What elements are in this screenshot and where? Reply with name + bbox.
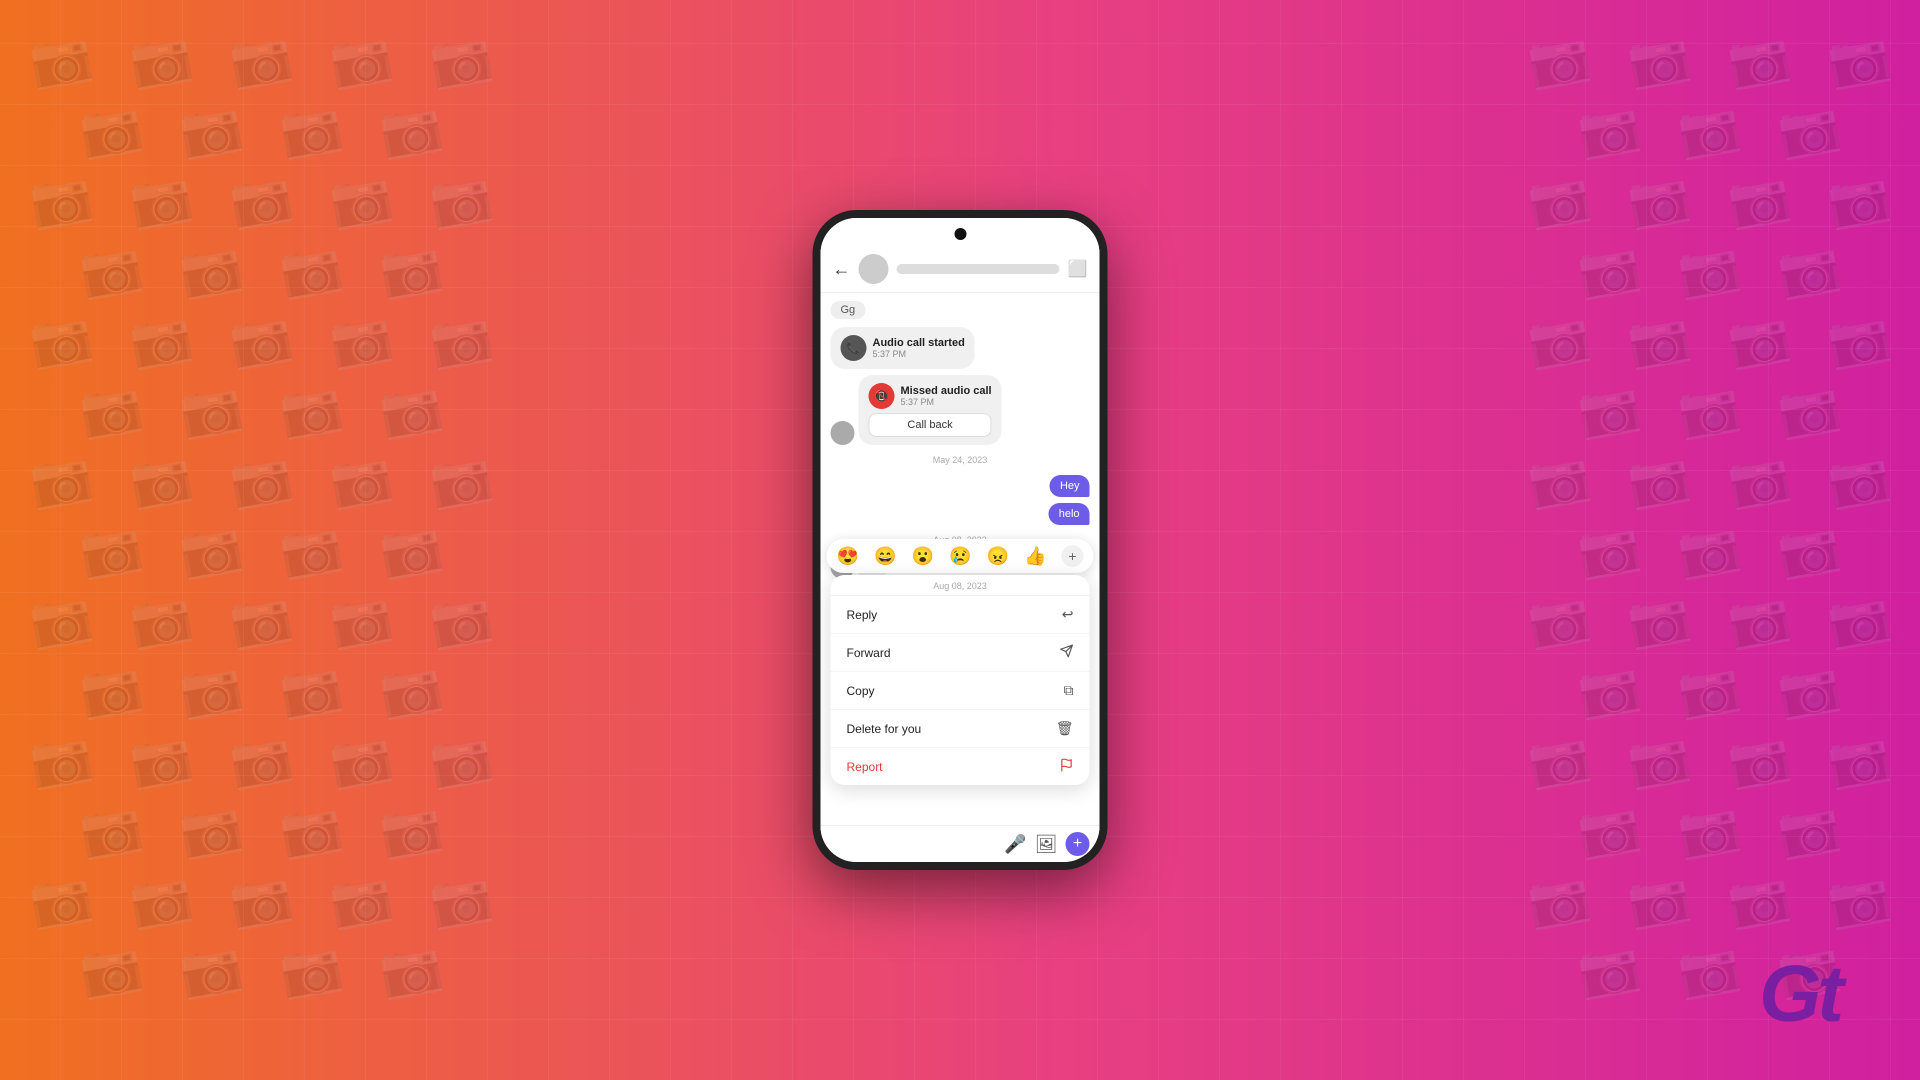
context-delete[interactable]: Delete for you 🗑 xyxy=(831,710,1090,748)
emoji-more-button[interactable]: + xyxy=(1062,545,1084,567)
report-label: Report xyxy=(847,760,883,774)
back-button[interactable]: ← xyxy=(833,259,851,280)
screen: ← ⬜ Gg 📞 Audio call started 5:37 PM xyxy=(821,218,1100,862)
emoji-wow[interactable]: 😮 xyxy=(912,546,934,567)
audio-call-title: Audio call started xyxy=(873,337,965,349)
date-separator-may: May 24, 2023 xyxy=(831,455,1090,465)
delete-icon: 🗑 xyxy=(1056,720,1074,737)
missed-call-info: Missed audio call 5:37 PM xyxy=(901,385,992,407)
missed-call-bubble: 📵 Missed audio call 5:37 PM Call back xyxy=(859,375,1002,445)
screen-share-icon[interactable]: ⬜ xyxy=(1068,259,1088,279)
forward-icon xyxy=(1060,644,1074,661)
forward-label: Forward xyxy=(847,646,891,660)
chat-body: Gg 📞 Audio call started 5:37 PM xyxy=(821,293,1100,825)
missed-call-row: 📵 Missed audio call 5:37 PM xyxy=(869,383,992,409)
delete-label: Delete for you xyxy=(847,722,922,736)
reply-label: Reply xyxy=(847,608,878,622)
copy-icon: ⧉ xyxy=(1064,682,1074,699)
emoji-thumbsup[interactable]: 👍 xyxy=(1024,546,1046,567)
reply-icon: ↩ xyxy=(1062,606,1074,623)
context-menu: Aug 08, 2023 Reply ↩ Forward xyxy=(831,575,1090,785)
gt-logo: Gt xyxy=(1759,948,1840,1040)
contact-avatar xyxy=(859,254,889,284)
phone-camera xyxy=(954,228,966,240)
my-message-hey: Hey xyxy=(1050,475,1090,497)
missed-call-title: Missed audio call xyxy=(901,385,992,397)
my-message-helo: helo xyxy=(1049,503,1090,525)
copy-label: Copy xyxy=(847,684,875,698)
call-back-button[interactable]: Call back xyxy=(869,413,992,437)
context-copy[interactable]: Copy ⧉ xyxy=(831,672,1090,710)
audio-call-bubble-row: 📞 Audio call started 5:37 PM xyxy=(831,327,1090,369)
phone-wrapper: ← ⬜ Gg 📞 Audio call started 5:37 PM xyxy=(813,210,1108,870)
emoji-laugh[interactable]: 😄 xyxy=(874,546,896,567)
emoji-love[interactable]: 😍 xyxy=(837,546,859,567)
emoji-angry[interactable]: 😠 xyxy=(987,546,1009,567)
missed-call-time: 5:37 PM xyxy=(901,397,992,407)
phone: ← ⬜ Gg 📞 Audio call started 5:37 PM xyxy=(813,210,1108,870)
audio-call-row: 📞 Audio call started 5:37 PM xyxy=(841,335,965,361)
context-reply[interactable]: Reply ↩ xyxy=(831,596,1090,634)
bottom-bar: 🎤 🖼 + xyxy=(821,825,1100,862)
report-icon xyxy=(1060,758,1074,775)
audio-call-bubble: 📞 Audio call started 5:37 PM xyxy=(831,327,975,369)
gg-label: Gg xyxy=(831,301,866,319)
missed-call-bubble-row: 📵 Missed audio call 5:37 PM Call back xyxy=(831,375,1090,445)
emoji-sad[interactable]: 😢 xyxy=(949,546,971,567)
add-button[interactable]: + xyxy=(1066,832,1090,856)
sender-avatar xyxy=(831,421,855,445)
audio-call-info: Audio call started 5:37 PM xyxy=(873,337,965,359)
context-report[interactable]: Report xyxy=(831,748,1090,785)
context-menu-date: Aug 08, 2023 xyxy=(831,575,1090,596)
missed-call-icon: 📵 xyxy=(869,383,895,409)
audio-call-time: 5:37 PM xyxy=(873,349,965,359)
image-button[interactable]: 🖼 xyxy=(1035,834,1058,855)
emoji-reaction-bar[interactable]: 😍 😄 😮 😢 😠 👍 + xyxy=(827,539,1094,573)
mic-button[interactable]: 🎤 xyxy=(1004,834,1026,855)
context-forward[interactable]: Forward xyxy=(831,634,1090,672)
call-started-icon: 📞 xyxy=(841,335,867,361)
contact-name xyxy=(897,264,1060,274)
